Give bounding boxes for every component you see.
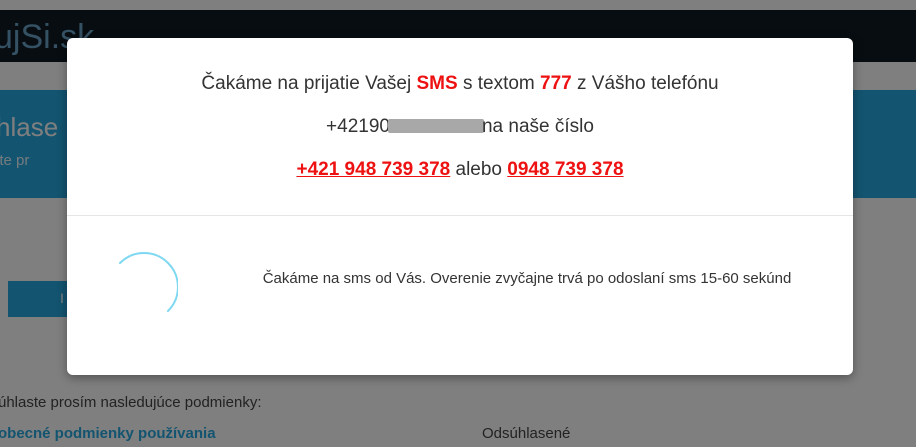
redacted-phone-digits bbox=[387, 118, 484, 133]
modal-divider bbox=[67, 215, 853, 216]
instruction-suffix: z Vášho telefónu bbox=[571, 73, 719, 94]
user-phone-line: +42190 na naše číslo bbox=[67, 116, 853, 138]
sms-code: 777 bbox=[540, 73, 572, 94]
instruction-prefix: Čakáme na prijatie Vašej bbox=[201, 73, 417, 94]
sms-verification-modal: Čakáme na prijatie Vašej SMS s textom 77… bbox=[67, 38, 853, 375]
instruction-middle: s textom bbox=[457, 73, 541, 94]
number-separator: alebo bbox=[450, 159, 508, 180]
modal-header: Čakáme na prijatie Vašej SMS s textom 77… bbox=[67, 38, 853, 215]
phone-line-suffix: na naše číslo bbox=[481, 116, 594, 137]
international-number-link[interactable]: +421 948 739 378 bbox=[296, 159, 450, 180]
user-phone-number: +42190 bbox=[326, 116, 390, 137]
loading-spinner-icon bbox=[119, 252, 178, 312]
target-number-line: +421 948 739 378 alebo 0948 739 378 bbox=[67, 159, 853, 181]
sms-keyword: SMS bbox=[416, 73, 458, 94]
local-number-link[interactable]: 0948 739 378 bbox=[507, 159, 623, 180]
verification-status: Čakáme na sms od Vás. Overenie zvyčajne … bbox=[262, 270, 792, 287]
instruction-line: Čakáme na prijatie Vašej SMS s textom 77… bbox=[67, 73, 853, 95]
